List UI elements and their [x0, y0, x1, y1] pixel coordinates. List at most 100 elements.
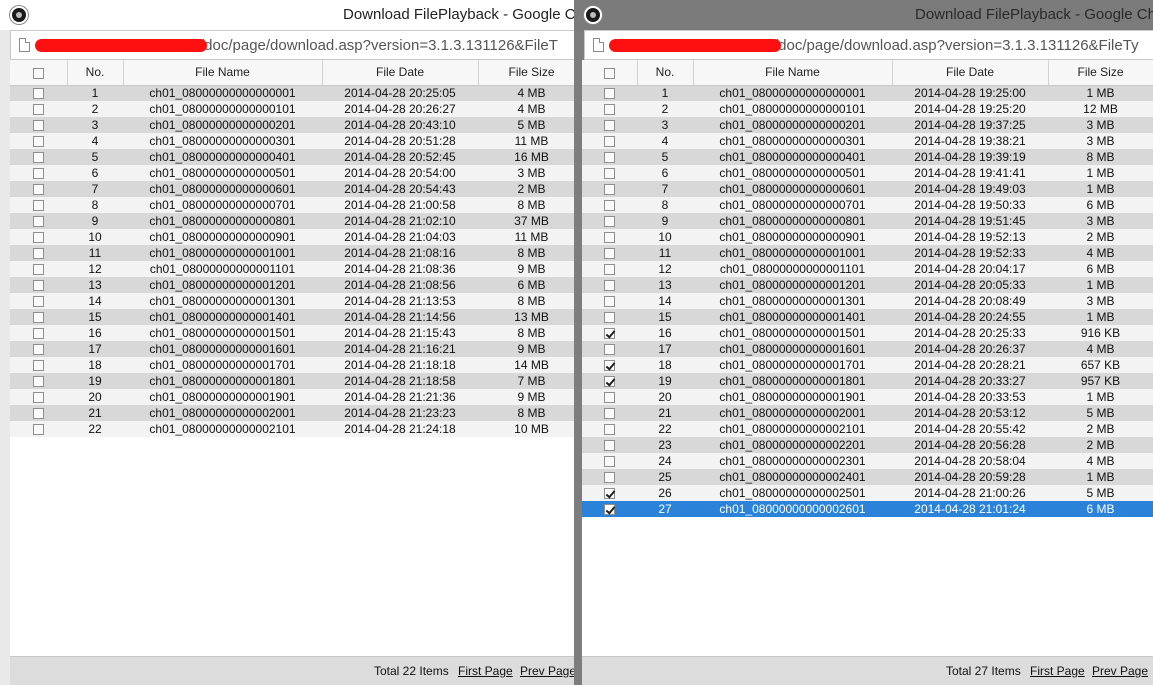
row-checkbox[interactable] — [604, 311, 615, 323]
row-checkbox[interactable] — [33, 88, 44, 100]
row-checkbox[interactable] — [604, 279, 615, 291]
right-prev-page-link[interactable]: Prev Page — [1092, 664, 1148, 678]
row-checkbox-cell[interactable] — [582, 453, 637, 469]
row-checkbox-cell[interactable] — [10, 389, 67, 405]
row-checkbox-cell[interactable] — [582, 213, 637, 229]
table-row[interactable]: 11 ch01_08000000000001001 2014-04-28 21:08… — [10, 245, 577, 261]
left-title-bar[interactable]: Download FilePlayback - Google C — [0, 0, 577, 30]
table-row[interactable]: 9 ch01_08000000000000801 2014-04-28 21:02:… — [10, 213, 577, 229]
row-checkbox[interactable] — [33, 167, 44, 179]
row-checkbox-cell[interactable] — [10, 293, 67, 309]
table-row[interactable]: 1 ch01_08000000000000001 2014-04-28 19:25:… — [582, 85, 1153, 101]
row-checkbox[interactable] — [33, 231, 44, 243]
table-row[interactable]: 17 ch01_08000000000001601 2014-04-28 20:26… — [582, 341, 1153, 357]
select-all-checkbox[interactable] — [603, 67, 615, 79]
row-checkbox-cell[interactable] — [10, 85, 67, 101]
row-checkbox[interactable] — [604, 407, 615, 419]
row-checkbox[interactable] — [604, 231, 615, 243]
row-checkbox-cell[interactable] — [10, 309, 67, 325]
row-checkbox[interactable] — [33, 215, 44, 227]
row-checkbox-cell[interactable] — [10, 373, 67, 389]
column-header-file-size[interactable]: File Size — [478, 60, 577, 86]
left-prev-page-link[interactable]: Prev Page — [520, 664, 576, 678]
table-row[interactable]: 4 ch01_08000000000000301 2014-04-28 20:51:… — [10, 133, 577, 149]
row-checkbox-cell[interactable] — [582, 485, 637, 501]
row-checkbox-cell[interactable] — [582, 469, 637, 485]
select-all-checkbox[interactable] — [32, 67, 44, 79]
select-all-header[interactable] — [582, 60, 638, 86]
row-checkbox-cell[interactable] — [582, 85, 637, 101]
row-checkbox[interactable] — [604, 135, 615, 147]
row-checkbox-cell[interactable] — [10, 213, 67, 229]
row-checkbox-cell[interactable] — [10, 341, 67, 357]
row-checkbox-cell[interactable] — [582, 277, 637, 293]
table-row[interactable]: 25 ch01_08000000000002401 2014-04-28 20:59… — [582, 469, 1153, 485]
row-checkbox[interactable] — [604, 487, 615, 499]
row-checkbox-cell[interactable] — [10, 229, 67, 245]
table-row[interactable]: 20 ch01_08000000000001901 2014-04-28 20:33… — [582, 389, 1153, 405]
right-url-text[interactable]: /doc/page/download.asp?version=3.1.3.131… — [774, 37, 1139, 54]
table-row[interactable]: 7 ch01_08000000000000601 2014-04-28 19:49:… — [582, 181, 1153, 197]
row-checkbox[interactable] — [604, 295, 615, 307]
row-checkbox[interactable] — [33, 407, 44, 419]
table-row[interactable]: 13 ch01_08000000000001201 2014-04-28 20:05… — [582, 277, 1153, 293]
row-checkbox-cell[interactable] — [582, 373, 637, 389]
row-checkbox-cell[interactable] — [10, 325, 67, 341]
row-checkbox[interactable] — [604, 343, 615, 355]
row-checkbox[interactable] — [33, 119, 44, 131]
table-row[interactable]: 22 ch01_08000000000002101 2014-04-28 20:55… — [582, 421, 1153, 437]
column-header-no[interactable]: No. — [637, 60, 694, 86]
row-checkbox-cell[interactable] — [10, 133, 67, 149]
row-checkbox-cell[interactable] — [582, 165, 637, 181]
table-row[interactable]: 19 ch01_08000000000001801 2014-04-28 21:18… — [10, 373, 577, 389]
row-checkbox[interactable] — [604, 151, 615, 163]
table-row[interactable]: 19 ch01_08000000000001801 2014-04-28 20:33… — [582, 373, 1153, 389]
row-checkbox-cell[interactable] — [582, 325, 637, 341]
table-row[interactable]: 17 ch01_08000000000001601 2014-04-28 21:16… — [10, 341, 577, 357]
row-checkbox[interactable] — [604, 359, 615, 371]
table-row[interactable]: 10 ch01_08000000000000901 2014-04-28 19:52… — [582, 229, 1153, 245]
row-checkbox[interactable] — [604, 167, 615, 179]
table-row[interactable]: 15 ch01_08000000000001401 2014-04-28 20:24… — [582, 309, 1153, 325]
row-checkbox[interactable] — [33, 295, 44, 307]
table-row[interactable]: 9 ch01_08000000000000801 2014-04-28 19:51:… — [582, 213, 1153, 229]
table-row[interactable]: 15 ch01_08000000000001401 2014-04-28 21:14… — [10, 309, 577, 325]
row-checkbox[interactable] — [33, 359, 44, 371]
table-row[interactable]: 20 ch01_08000000000001901 2014-04-28 21:21… — [10, 389, 577, 405]
select-all-header[interactable] — [10, 60, 68, 86]
row-checkbox[interactable] — [604, 183, 615, 195]
row-checkbox-cell[interactable] — [582, 229, 637, 245]
left-url-text[interactable]: /doc/page/download.asp?version=3.1.3.131… — [200, 37, 558, 54]
table-row[interactable]: 16 ch01_08000000000001501 2014-04-28 20:25… — [582, 325, 1153, 341]
row-checkbox[interactable] — [33, 391, 44, 403]
row-checkbox[interactable] — [604, 503, 615, 515]
row-checkbox[interactable] — [604, 103, 615, 115]
table-row[interactable]: 5 ch01_08000000000000401 2014-04-28 19:39:… — [582, 149, 1153, 165]
table-row[interactable]: 3 ch01_08000000000000201 2014-04-28 19:37:… — [582, 117, 1153, 133]
table-row[interactable]: 1 ch01_08000000000000001 2014-04-28 20:25:… — [10, 85, 577, 101]
row-checkbox[interactable] — [604, 375, 615, 387]
row-checkbox-cell[interactable] — [582, 405, 637, 421]
row-checkbox[interactable] — [33, 199, 44, 211]
table-row[interactable]: 2 ch01_08000000000000101 2014-04-28 19:25:… — [582, 101, 1153, 117]
table-row[interactable]: 14 ch01_08000000000001301 2014-04-28 21:13… — [10, 293, 577, 309]
table-row[interactable]: 13 ch01_08000000000001201 2014-04-28 21:08… — [10, 277, 577, 293]
column-header-no[interactable]: No. — [67, 60, 124, 86]
row-checkbox-cell[interactable] — [582, 357, 637, 373]
row-checkbox[interactable] — [604, 199, 615, 211]
row-checkbox[interactable] — [604, 455, 615, 467]
table-row[interactable]: 16 ch01_08000000000001501 2014-04-28 21:15… — [10, 325, 577, 341]
table-row[interactable]: 18 ch01_08000000000001701 2014-04-28 20:28… — [582, 357, 1153, 373]
row-checkbox-cell[interactable] — [582, 181, 637, 197]
table-row[interactable]: 24 ch01_08000000000002301 2014-04-28 20:58… — [582, 453, 1153, 469]
row-checkbox[interactable] — [33, 103, 44, 115]
table-row[interactable]: 11 ch01_08000000000001001 2014-04-28 19:52… — [582, 245, 1153, 261]
row-checkbox-cell[interactable] — [582, 117, 637, 133]
row-checkbox-cell[interactable] — [582, 421, 637, 437]
row-checkbox-cell[interactable] — [582, 389, 637, 405]
row-checkbox-cell[interactable] — [10, 357, 67, 373]
row-checkbox[interactable] — [604, 247, 615, 259]
row-checkbox[interactable] — [604, 391, 615, 403]
row-checkbox-cell[interactable] — [582, 293, 637, 309]
table-row[interactable]: 8 ch01_08000000000000701 2014-04-28 19:50:… — [582, 197, 1153, 213]
